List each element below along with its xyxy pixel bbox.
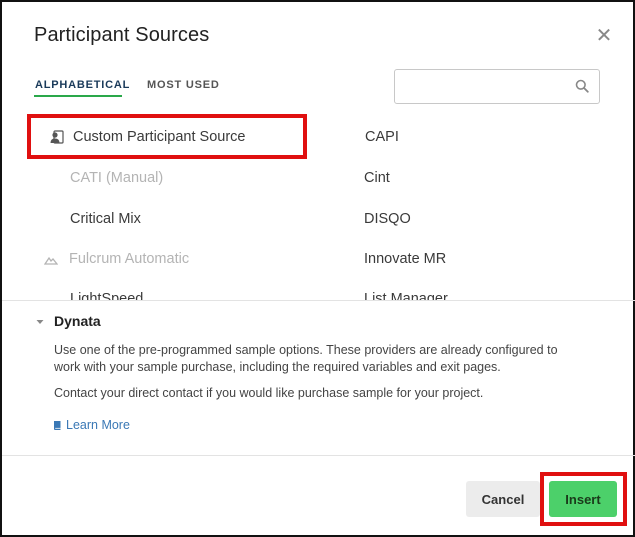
footer-divider	[2, 455, 635, 456]
learn-more-link[interactable]: Learn More	[66, 418, 130, 432]
close-icon[interactable]: ✕	[594, 26, 614, 46]
source-innovate-mr[interactable]: Innovate MR	[364, 251, 446, 267]
fulcrum-icon	[44, 256, 58, 265]
search-input[interactable]	[403, 77, 563, 97]
tab-alphabetical[interactable]: ALPHABETICAL	[35, 79, 130, 91]
active-tab-indicator	[34, 95, 122, 97]
search-icon[interactable]	[575, 79, 589, 93]
selected-source-title: Dynata	[54, 313, 101, 329]
cancel-button[interactable]: Cancel	[466, 481, 540, 517]
participant-sources-dialog: Participant Sources ✕ ALPHABETICAL MOST …	[0, 0, 635, 537]
source-fulcrum-automatic[interactable]: Fulcrum Automatic	[69, 251, 189, 267]
source-cati-manual[interactable]: CATI (Manual)	[70, 170, 163, 186]
insert-button[interactable]: Insert	[549, 481, 617, 517]
source-custom-participant[interactable]: Custom Participant Source	[73, 129, 245, 145]
source-description: Use one of the pre-programmed sample opt…	[54, 343, 558, 374]
book-icon[interactable]	[53, 420, 62, 431]
source-critical-mix[interactable]: Critical Mix	[70, 211, 141, 227]
contact-note: Contact your direct contact if you would…	[54, 386, 484, 400]
search-box[interactable]	[394, 69, 600, 104]
person-card-icon	[50, 130, 64, 144]
caret-down-icon[interactable]	[36, 318, 44, 326]
dialog-title: Participant Sources	[34, 24, 210, 46]
tab-most-used[interactable]: MOST USED	[147, 79, 220, 91]
list-divider	[2, 300, 635, 301]
source-capi[interactable]: CAPI	[365, 129, 399, 145]
source-disqo[interactable]: DISQO	[364, 211, 411, 227]
source-cint[interactable]: Cint	[364, 170, 390, 186]
